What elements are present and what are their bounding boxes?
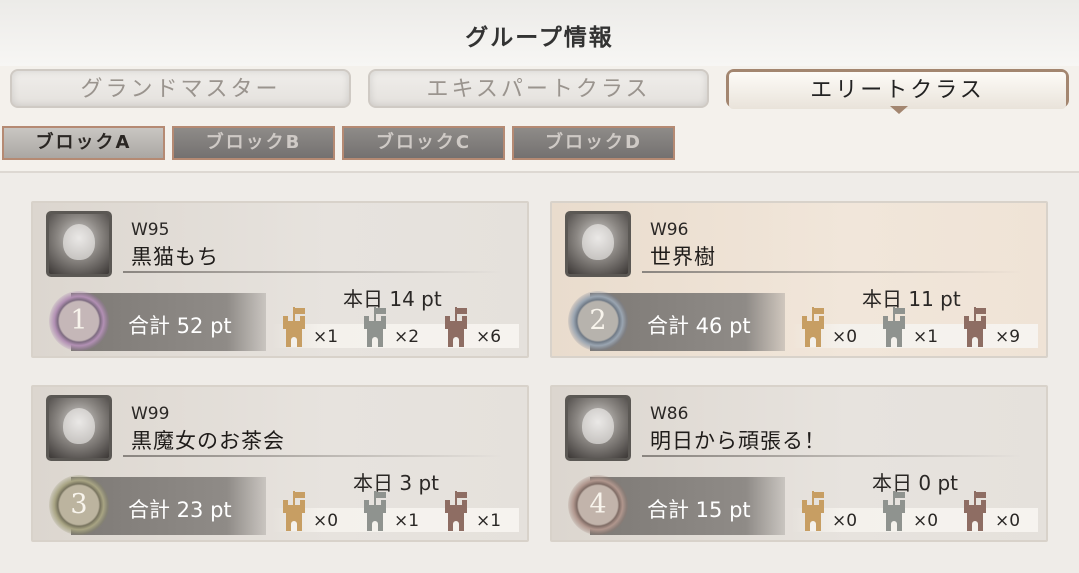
gold-tower-count: ×0 <box>313 511 339 531</box>
gold-tower-count: ×0 <box>832 327 858 347</box>
divider <box>123 455 503 457</box>
player-card-1[interactable]: W95 黒猫もち 1 合計 52 pt 本日 14 pt ×1 ×2 ×6 <box>31 201 529 358</box>
player-name: 世界樹 <box>650 245 716 269</box>
total-points: 合計 52 pt <box>128 314 232 338</box>
today-points: 本日 14 pt <box>343 287 442 311</box>
silver-tower-icon <box>883 491 905 531</box>
bronze-tower-count: ×0 <box>995 511 1021 531</box>
today-points: 本日 11 pt <box>862 287 961 311</box>
player-name: 黒猫もち <box>131 245 219 269</box>
bronze-tower-icon <box>445 307 467 347</box>
tab-block-c[interactable]: ブロックC <box>342 126 505 160</box>
tab-grandmaster[interactable]: グランドマスター <box>10 69 351 108</box>
player-avatar[interactable] <box>46 395 112 461</box>
group-panel: W95 黒猫もち 1 合計 52 pt 本日 14 pt ×1 ×2 ×6 W9… <box>0 171 1079 573</box>
bronze-tower-icon <box>964 307 986 347</box>
tab-block-b[interactable]: ブロックB <box>172 126 335 160</box>
silver-tower-count: ×1 <box>913 327 939 347</box>
tab-block-d[interactable]: ブロックD <box>512 126 675 160</box>
player-name: 黒魔女のお茶会 <box>131 429 285 453</box>
player-rank-code: W99 <box>131 404 170 424</box>
tab-block-a[interactable]: ブロックA <box>2 126 165 160</box>
bronze-tower-count: ×6 <box>476 327 502 347</box>
gold-tower-icon <box>802 491 824 531</box>
rank-badge: 1 <box>49 291 109 351</box>
total-points: 合計 15 pt <box>647 498 751 522</box>
player-avatar[interactable] <box>46 211 112 277</box>
rank-badge: 4 <box>568 475 628 535</box>
silver-tower-count: ×2 <box>394 327 420 347</box>
player-rank-code: W96 <box>650 220 689 240</box>
tab-elite-class[interactable]: エリートクラス <box>726 69 1069 109</box>
bronze-tower-icon <box>445 491 467 531</box>
rank-badge: 3 <box>49 475 109 535</box>
player-card-3[interactable]: W99 黒魔女のお茶会 3 合計 23 pt 本日 3 pt ×0 ×1 ×1 <box>31 385 529 542</box>
divider <box>642 455 1022 457</box>
gold-tower-count: ×1 <box>313 327 339 347</box>
rank-badge: 2 <box>568 291 628 351</box>
active-tab-indicator <box>890 106 908 114</box>
player-card-4[interactable]: W86 明日から頑張る！ 4 合計 15 pt 本日 0 pt ×0 ×0 ×0 <box>550 385 1048 542</box>
silver-tower-icon <box>364 491 386 531</box>
player-avatar[interactable] <box>565 211 631 277</box>
gold-tower-icon <box>283 491 305 531</box>
gold-tower-icon <box>283 307 305 347</box>
silver-tower-count: ×0 <box>913 511 939 531</box>
bronze-tower-count: ×1 <box>476 511 502 531</box>
total-points: 合計 46 pt <box>647 314 751 338</box>
bronze-tower-icon <box>964 491 986 531</box>
header-bar: グループ情報 <box>0 0 1079 66</box>
gold-tower-count: ×0 <box>832 511 858 531</box>
silver-tower-icon <box>364 307 386 347</box>
page-title: グループ情報 <box>465 24 614 51</box>
player-card-2[interactable]: W96 世界樹 2 合計 46 pt 本日 11 pt ×0 ×1 ×9 <box>550 201 1048 358</box>
player-rank-code: W95 <box>131 220 170 240</box>
gold-tower-icon <box>802 307 824 347</box>
silver-tower-count: ×1 <box>394 511 420 531</box>
divider <box>123 271 503 273</box>
divider <box>642 271 1022 273</box>
player-rank-code: W86 <box>650 404 689 424</box>
player-avatar[interactable] <box>565 395 631 461</box>
total-points: 合計 23 pt <box>128 498 232 522</box>
silver-tower-icon <box>883 307 905 347</box>
bronze-tower-count: ×9 <box>995 327 1021 347</box>
player-name: 明日から頑張る！ <box>650 429 826 453</box>
tab-elite-class-label: エリートクラス <box>729 72 1066 109</box>
tab-expert-class[interactable]: エキスパートクラス <box>368 69 709 108</box>
